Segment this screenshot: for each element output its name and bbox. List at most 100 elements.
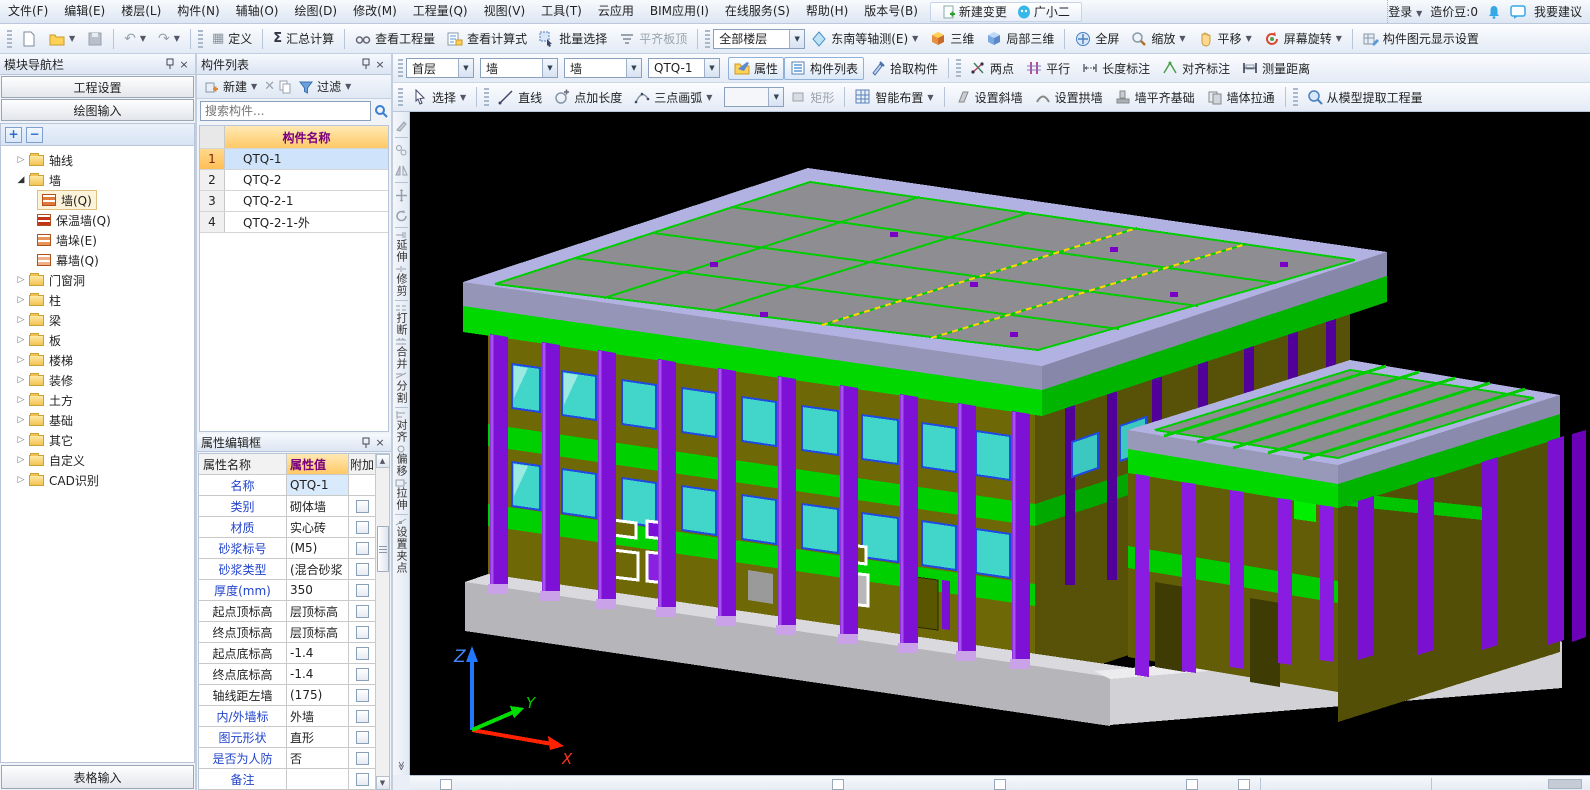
- bell-icon[interactable]: [1486, 4, 1502, 20]
- close-icon[interactable]: ×: [177, 57, 191, 71]
- component-row[interactable]: 4 QTQ-2-1-外: [200, 212, 388, 233]
- component-row[interactable]: 3 QTQ-2-1: [200, 191, 388, 212]
- define-button[interactable]: ▦定义: [206, 27, 258, 50]
- view-formula-button[interactable]: 查看计算式: [441, 27, 533, 50]
- search-input[interactable]: [200, 101, 371, 121]
- extract-quantity-button[interactable]: 从模型提取工程量: [1301, 86, 1429, 109]
- option-checkbox[interactable]: [1186, 779, 1198, 790]
- length-dim-button[interactable]: 长度标注: [1076, 57, 1156, 80]
- attach-checkbox[interactable]: [356, 500, 369, 513]
- tree-item-axis[interactable]: ▷轴线: [1, 150, 194, 170]
- tree-item-stairs[interactable]: ▷楼梯: [1, 350, 194, 370]
- attach-checkbox[interactable]: [356, 752, 369, 765]
- tree-item-other[interactable]: ▷其它: [1, 430, 194, 450]
- floor-combo[interactable]: 首层▼: [406, 58, 474, 78]
- tree-item-foundation[interactable]: ▷基础: [1, 410, 194, 430]
- new-file-button[interactable]: [15, 28, 43, 50]
- line-tool-button[interactable]: 直线: [492, 86, 548, 109]
- attach-checkbox[interactable]: [356, 521, 369, 534]
- assistant-button[interactable]: 广小二: [1012, 3, 1075, 20]
- filter-button[interactable]: 过滤▼: [295, 76, 355, 97]
- property-row[interactable]: 终点顶标高层顶标高: [199, 622, 375, 643]
- component-combo[interactable]: QTQ-1▼: [648, 58, 720, 78]
- arc3-button[interactable]: 三点画弧▼: [628, 86, 718, 109]
- property-row[interactable]: 厚度(mm)350: [199, 580, 375, 601]
- scroll-thumb[interactable]: [377, 526, 389, 572]
- trim-tool[interactable]: 修剪: [393, 265, 409, 297]
- axonometric-view-button[interactable]: 东南等轴测(E)▼: [805, 27, 924, 50]
- category-combo[interactable]: 墙▼: [480, 58, 558, 78]
- new-component-button[interactable]: 新建▼: [201, 76, 261, 97]
- login-button[interactable]: 登录 ▼: [1388, 3, 1422, 20]
- menu-item-version[interactable]: 版本号(B): [856, 0, 926, 23]
- drawing-canvas[interactable]: Z Y X: [410, 112, 1590, 775]
- screen-rotate-button[interactable]: 屏幕旋转▼: [1258, 27, 1348, 50]
- attach-checkbox[interactable]: [356, 542, 369, 555]
- property-row[interactable]: 材质实心砖: [199, 517, 375, 538]
- tree-item-cad[interactable]: ▷CAD识别: [1, 470, 194, 490]
- attach-checkbox[interactable]: [356, 668, 369, 681]
- attach-checkbox[interactable]: [356, 773, 369, 786]
- view-3d-button[interactable]: 三维: [924, 27, 980, 50]
- zoom-button[interactable]: 缩放▼: [1125, 27, 1191, 50]
- menu-item-auxaxis[interactable]: 辅轴(O): [228, 0, 287, 23]
- option-checkbox[interactable]: [832, 779, 844, 790]
- scroll-up-icon[interactable]: ▲: [376, 454, 390, 468]
- batch-select-button[interactable]: 批量选择: [533, 27, 613, 50]
- more-tools-chevron-icon[interactable]: ≫: [396, 761, 406, 770]
- expand-all-button[interactable]: +: [5, 127, 22, 143]
- menu-item-component[interactable]: 构件(N): [169, 0, 227, 23]
- property-row[interactable]: 轴线距左墙(175): [199, 685, 375, 706]
- copy-tool-icon[interactable]: [394, 140, 409, 160]
- draw-input-button[interactable]: 绘图输入: [1, 99, 194, 121]
- arch-wall-button[interactable]: 设置拱墙: [1029, 86, 1109, 109]
- merge-tool[interactable]: 合并: [393, 338, 409, 370]
- attach-checkbox[interactable]: [356, 605, 369, 618]
- close-icon[interactable]: ×: [373, 436, 387, 450]
- pan-button[interactable]: 平移▼: [1192, 27, 1258, 50]
- view-quantity-button[interactable]: 查看工程量: [349, 27, 441, 50]
- property-row[interactable]: 内/外墙标外墙: [199, 706, 375, 727]
- nav-widget[interactable]: [1548, 779, 1582, 789]
- pick-component-button[interactable]: 拾取构件: [864, 57, 944, 80]
- toolbar-grip[interactable]: [7, 30, 12, 48]
- property-row[interactable]: 起点底标高-1.4: [199, 643, 375, 664]
- option-checkbox[interactable]: [1238, 779, 1250, 790]
- measure-button[interactable]: 测量距离: [1236, 57, 1316, 80]
- tree-item-curtain-wall[interactable]: 幕墙(Q): [1, 250, 194, 270]
- component-row[interactable]: 1 QTQ-1: [200, 149, 388, 170]
- close-icon[interactable]: ×: [373, 57, 387, 71]
- attach-checkbox[interactable]: [356, 710, 369, 723]
- scroll-down-icon[interactable]: ▼: [376, 776, 390, 790]
- redo-button[interactable]: ↷▼: [152, 28, 186, 50]
- two-point-button[interactable]: 两点: [964, 57, 1020, 80]
- component-list-button[interactable]: 构件列表: [784, 57, 864, 80]
- slant-wall-button[interactable]: 设置斜墙: [949, 86, 1029, 109]
- arc-mode-combo[interactable]: ▼: [724, 87, 784, 107]
- wall-align-foundation-button[interactable]: 墙平齐基础: [1109, 86, 1201, 109]
- tree-item-insulation-wall[interactable]: 保温墙(Q): [1, 210, 194, 230]
- option-checkbox[interactable]: [440, 779, 452, 790]
- move-tool-icon[interactable]: [394, 185, 409, 205]
- type-combo[interactable]: 墙▼: [564, 58, 642, 78]
- smart-layout-button[interactable]: 智能布置▼: [849, 86, 939, 109]
- parallel-button[interactable]: 平行: [1020, 57, 1076, 80]
- attach-checkbox[interactable]: [356, 731, 369, 744]
- tree-item-wall[interactable]: ◢墙: [1, 170, 194, 190]
- extend-tool[interactable]: 延伸: [393, 231, 409, 263]
- chat-icon[interactable]: [1510, 4, 1526, 20]
- attach-checkbox[interactable]: [356, 584, 369, 597]
- pin-icon[interactable]: [359, 436, 373, 450]
- menu-item-view[interactable]: 视图(V): [476, 0, 534, 23]
- property-row[interactable]: 起点顶标高层顶标高: [199, 601, 375, 622]
- summary-calc-button[interactable]: Σ汇总计算: [267, 27, 340, 50]
- tree-item-door-window[interactable]: ▷门窗洞: [1, 270, 194, 290]
- suggest-button[interactable]: 我要建议: [1534, 3, 1582, 20]
- tree-item-wall-pier[interactable]: 墙垛(E): [1, 230, 194, 250]
- beans-counter[interactable]: 造价豆:0: [1430, 3, 1478, 20]
- open-file-button[interactable]: ▼: [43, 28, 81, 50]
- property-row[interactable]: 备注: [199, 769, 375, 790]
- property-row[interactable]: 终点底标高-1.4: [199, 664, 375, 685]
- property-row[interactable]: 砂浆类型(混合砂浆: [199, 559, 375, 580]
- pin-icon[interactable]: [359, 57, 373, 71]
